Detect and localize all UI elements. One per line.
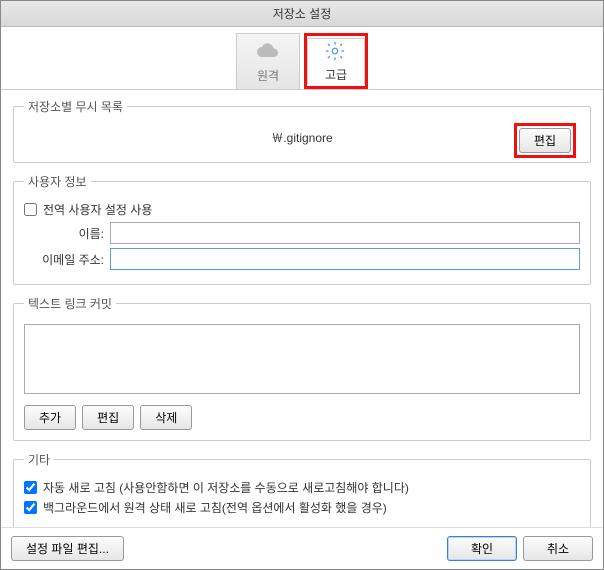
other-fieldset: 기타 자동 새로 고침 (사용안함하면 이 저장소를 수동으로 새로고침해야 합… — [13, 451, 591, 527]
cancel-button[interactable]: 취소 — [523, 536, 593, 561]
auto-refresh-checkbox[interactable] — [24, 481, 37, 494]
edit-config-button[interactable]: 설정 파일 편집... — [11, 536, 124, 561]
auto-refresh-row: 자동 새로 고침 (사용안함하면 이 저장소를 수동으로 새로고침해야 합니다) — [24, 479, 580, 496]
tab-advanced-highlight: 고급 — [304, 33, 368, 89]
auto-refresh-label: 자동 새로 고침 (사용안함하면 이 저장소를 수동으로 새로고침해야 합니다) — [43, 479, 409, 496]
ignore-path-label: ￦.gitignore — [24, 129, 580, 146]
cloud-icon — [256, 39, 280, 63]
name-label: 이름: — [24, 225, 104, 242]
use-global-row: 전역 사용자 설정 사용 — [24, 201, 580, 218]
dialog-title: 저장소 설정 — [1, 1, 603, 27]
gear-icon — [324, 40, 348, 64]
email-row: 이메일 주소: — [24, 248, 580, 270]
bg-refresh-label: 백그라운드에서 원격 상태 새로 고침(전역 옵션에서 활성화 했을 경우) — [43, 499, 387, 516]
textlink-delete-button[interactable]: 삭제 — [140, 405, 192, 430]
other-legend: 기타 — [24, 451, 54, 468]
textlink-edit-button[interactable]: 편집 — [82, 405, 134, 430]
email-input[interactable] — [110, 248, 580, 270]
tab-remote[interactable]: 원격 — [236, 33, 300, 89]
repository-settings-dialog: 저장소 설정 원격 고급 저장소별 무시 목록 ￦.gitignore 편집 — [0, 0, 604, 570]
user-info-legend: 사용자 정보 — [24, 173, 91, 190]
edit-button-highlight: 편집 — [514, 123, 576, 158]
ignore-edit-button[interactable]: 편집 — [519, 128, 571, 153]
ignore-list-fieldset: 저장소별 무시 목록 ￦.gitignore 편집 — [13, 98, 591, 163]
textlink-fieldset: 텍스트 링크 커밋 추가 편집 삭제 — [13, 295, 591, 441]
tab-advanced-label: 고급 — [325, 66, 347, 83]
textlink-legend: 텍스트 링크 커밋 — [24, 295, 116, 312]
textlink-textarea[interactable] — [24, 324, 580, 394]
name-row: 이름: — [24, 222, 580, 244]
use-global-label: 전역 사용자 설정 사용 — [43, 201, 152, 218]
ignore-list-legend: 저장소별 무시 목록 — [24, 98, 127, 115]
textlink-buttons: 추가 편집 삭제 — [24, 405, 580, 430]
dialog-content: 저장소별 무시 목록 ￦.gitignore 편집 사용자 정보 전역 사용자 … — [1, 90, 603, 527]
dialog-footer: 설정 파일 편집... 확인 취소 — [1, 527, 603, 569]
ignore-row: ￦.gitignore 편집 — [24, 123, 580, 152]
bg-refresh-checkbox[interactable] — [24, 501, 37, 514]
tab-remote-label: 원격 — [257, 67, 279, 84]
bg-refresh-row: 백그라운드에서 원격 상태 새로 고침(전역 옵션에서 활성화 했을 경우) — [24, 499, 580, 516]
tab-advanced[interactable]: 고급 — [307, 38, 365, 85]
tab-bar: 원격 고급 — [1, 27, 603, 90]
ok-button[interactable]: 확인 — [447, 536, 517, 561]
name-input[interactable] — [110, 222, 580, 244]
use-global-checkbox[interactable] — [24, 203, 37, 216]
textlink-add-button[interactable]: 추가 — [24, 405, 76, 430]
user-info-fieldset: 사용자 정보 전역 사용자 설정 사용 이름: 이메일 주소: — [13, 173, 591, 285]
email-label: 이메일 주소: — [24, 251, 104, 268]
